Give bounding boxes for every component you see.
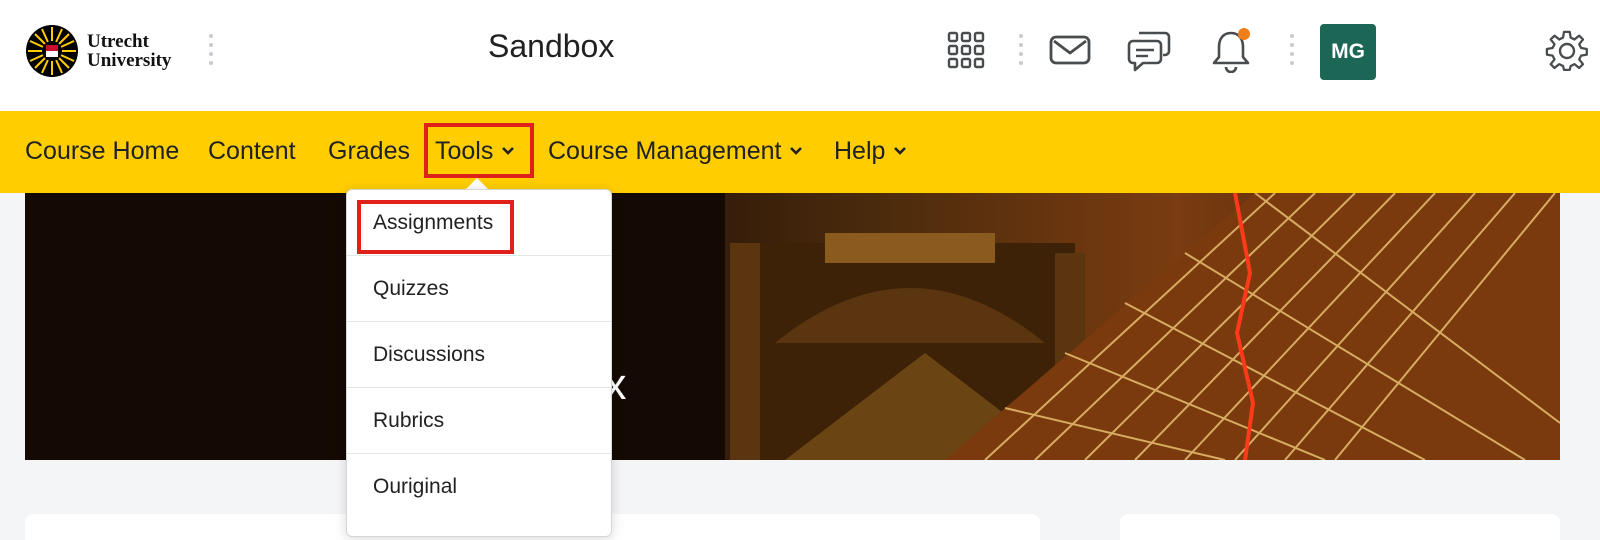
course-banner-image xyxy=(25,193,1560,460)
course-navbar: Course Home Content Grades Tools Course … xyxy=(0,111,1600,193)
nav-course-management[interactable]: Course Management xyxy=(548,133,803,169)
chevron-down-icon xyxy=(894,147,907,155)
avatar[interactable]: MG xyxy=(1320,24,1376,80)
university-logo[interactable]: Utrecht University xyxy=(25,24,171,78)
nav-help[interactable]: Help xyxy=(834,133,907,169)
tools-highlight-box xyxy=(424,123,534,178)
top-header: Utrecht University Sandbox MG xyxy=(0,0,1600,111)
notification-dot xyxy=(1238,28,1250,40)
menu-item-rubrics[interactable]: Rubrics xyxy=(347,388,611,454)
logo-line-1: Utrecht xyxy=(87,31,149,52)
mail-icon[interactable] xyxy=(1048,30,1092,70)
divider xyxy=(1019,34,1023,65)
chevron-down-icon xyxy=(790,147,803,155)
nav-content[interactable]: Content xyxy=(208,133,296,169)
divider xyxy=(209,34,213,65)
grid-icon[interactable] xyxy=(946,30,986,70)
chat-icon[interactable] xyxy=(1126,28,1172,74)
menu-item-discussions[interactable]: Discussions xyxy=(347,322,611,388)
gear-icon[interactable] xyxy=(1544,28,1590,74)
nav-course-home[interactable]: Course Home xyxy=(25,133,179,169)
university-seal-icon xyxy=(26,25,78,77)
course-title[interactable]: Sandbox xyxy=(488,28,614,65)
menu-item-quizzes[interactable]: Quizzes xyxy=(347,256,611,322)
nav-help-label: Help xyxy=(834,136,886,165)
logo-text: Utrecht University xyxy=(87,32,171,70)
banner-illustration xyxy=(25,193,1560,460)
logo-line-2: University xyxy=(87,50,172,71)
nav-grades[interactable]: Grades xyxy=(328,133,410,169)
menu-item-ouriginal[interactable]: Ouriginal xyxy=(347,454,611,520)
nav-course-management-label: Course Management xyxy=(548,136,782,165)
assignments-highlight-box xyxy=(357,200,514,254)
side-card xyxy=(1120,514,1560,540)
divider xyxy=(1290,34,1294,65)
